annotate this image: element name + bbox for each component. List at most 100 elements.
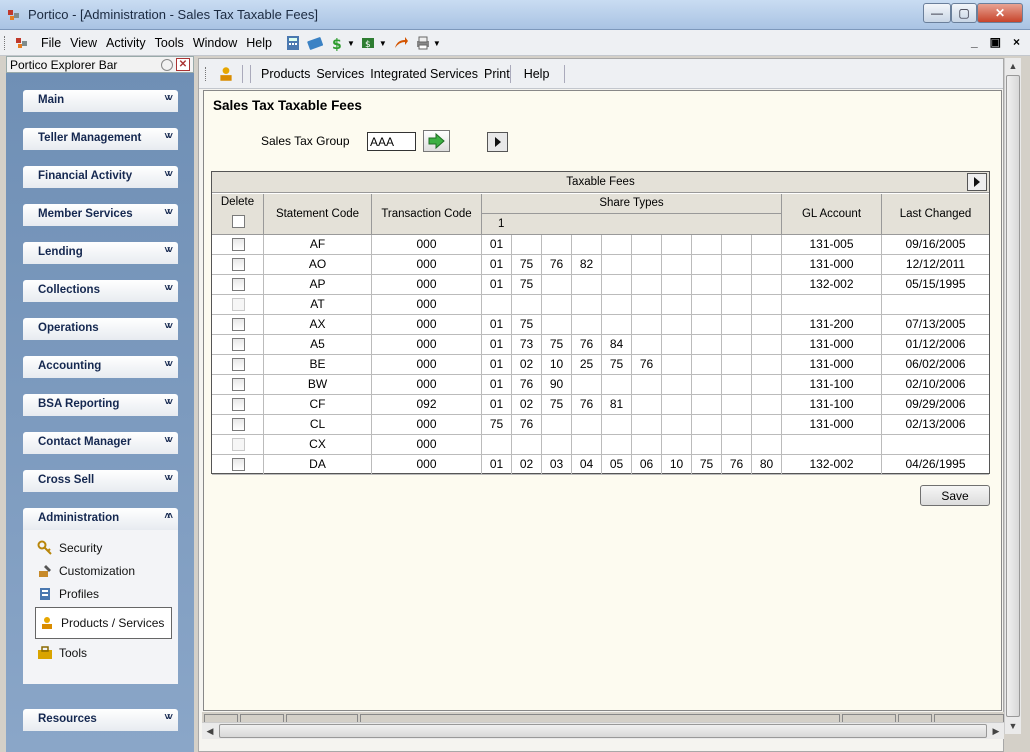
share-type-cell[interactable] — [722, 395, 752, 415]
delete-checkbox[interactable] — [232, 338, 245, 351]
mdi-close-button[interactable]: × — [1013, 35, 1020, 49]
share-type-cell[interactable]: 73 — [512, 335, 542, 355]
share-type-cell[interactable]: 05 — [602, 455, 632, 475]
share-type-cell[interactable] — [662, 335, 692, 355]
share-type-cell[interactable] — [542, 275, 572, 295]
share-type-cell[interactable]: 75 — [482, 415, 512, 435]
minimize-button[interactable]: — — [923, 3, 951, 23]
share-type-cell[interactable] — [602, 235, 632, 255]
admin-item-products-services[interactable]: Products / Services — [35, 607, 172, 639]
delete-cell[interactable] — [212, 275, 264, 295]
last-changed-cell[interactable]: 04/26/1995 — [882, 455, 989, 475]
share-type-cell[interactable]: 75 — [542, 335, 572, 355]
vertical-scroll-thumb[interactable] — [1006, 75, 1020, 717]
last-changed-cell[interactable]: 12/12/2011 — [882, 255, 989, 275]
mdi-restore-button[interactable]: ▣ — [990, 35, 1001, 49]
share-type-cell[interactable] — [572, 275, 602, 295]
share-type-cell[interactable] — [692, 315, 722, 335]
nav-group-administration[interactable]: Administration ˄˄ — [23, 508, 178, 530]
share-type-cell[interactable] — [752, 275, 782, 295]
last-changed-cell[interactable] — [882, 435, 989, 455]
nav-group-teller-management[interactable]: Teller Management ˅˅ — [23, 128, 178, 150]
admin-item-security[interactable]: Security — [37, 538, 102, 558]
last-changed-cell[interactable]: 01/12/2006 — [882, 335, 989, 355]
share-type-cell[interactable] — [602, 255, 632, 275]
nav-group-accounting[interactable]: Accounting ˅˅ — [23, 356, 178, 378]
share-type-cell[interactable] — [572, 435, 602, 455]
share-type-cell[interactable] — [482, 295, 512, 315]
share-type-cell[interactable] — [572, 235, 602, 255]
share-type-cell[interactable]: 76 — [512, 375, 542, 395]
statement-code-cell[interactable]: A5 — [264, 335, 372, 355]
share-type-cell[interactable] — [692, 415, 722, 435]
share-type-cell[interactable] — [632, 415, 662, 435]
table-row[interactable]: AX 000 01 75 131-200 07/13/2005 — [212, 315, 989, 335]
menu-activity[interactable]: Activity — [106, 36, 146, 50]
header-gl-account[interactable]: GL Account — [782, 194, 882, 235]
scroll-left-icon[interactable]: ◀ — [202, 723, 218, 739]
transaction-code-cell[interactable]: 000 — [372, 335, 482, 355]
toolbar-integrated-services[interactable]: Integrated Services — [370, 67, 478, 81]
share-type-cell[interactable]: 01 — [482, 255, 512, 275]
share-type-cell[interactable] — [752, 355, 782, 375]
gl-account-cell[interactable]: 131-200 — [782, 315, 882, 335]
delete-checkbox[interactable] — [232, 278, 245, 291]
share-type-cell[interactable]: 76 — [722, 455, 752, 475]
share-type-cell[interactable] — [692, 255, 722, 275]
table-row[interactable]: A5 000 01 73 75 76 84 131-000 01/12/2006 — [212, 335, 989, 355]
share-type-cell[interactable] — [662, 295, 692, 315]
header-statement-code[interactable]: Statement Code — [264, 194, 372, 235]
toolbar-help[interactable]: Help — [524, 67, 550, 81]
share-type-cell[interactable] — [632, 395, 662, 415]
share-type-cell[interactable] — [662, 315, 692, 335]
share-type-cell[interactable] — [722, 355, 752, 375]
share-type-cell[interactable] — [722, 315, 752, 335]
gl-account-cell[interactable] — [782, 435, 882, 455]
delete-checkbox[interactable] — [232, 318, 245, 331]
transaction-code-cell[interactable]: 000 — [372, 355, 482, 375]
gl-account-cell[interactable]: 131-000 — [782, 355, 882, 375]
share-type-cell[interactable] — [722, 335, 752, 355]
table-row[interactable]: AO 000 01 75 76 82 131-000 12/12/2011 — [212, 255, 989, 275]
share-type-cell[interactable] — [482, 435, 512, 455]
share-type-cell[interactable]: 25 — [572, 355, 602, 375]
delete-cell[interactable] — [212, 295, 264, 315]
transaction-code-cell[interactable]: 000 — [372, 255, 482, 275]
share-type-cell[interactable]: 90 — [542, 375, 572, 395]
share-type-cell[interactable] — [632, 435, 662, 455]
share-type-cell[interactable] — [632, 315, 662, 335]
share-type-cell[interactable] — [572, 295, 602, 315]
share-type-cell[interactable] — [572, 415, 602, 435]
last-changed-cell[interactable]: 06/02/2006 — [882, 355, 989, 375]
share-type-cell[interactable]: 76 — [632, 355, 662, 375]
share-type-cell[interactable] — [752, 235, 782, 255]
share-type-cell[interactable] — [752, 255, 782, 275]
printer-icon[interactable] — [415, 35, 431, 51]
share-type-cell[interactable] — [602, 375, 632, 395]
delete-checkbox[interactable] — [232, 438, 245, 451]
share-type-cell[interactable] — [752, 415, 782, 435]
redo-arrow-icon[interactable] — [393, 35, 409, 51]
share-type-cell[interactable] — [752, 335, 782, 355]
scroll-up-icon[interactable]: ▲ — [1005, 58, 1021, 74]
last-changed-cell[interactable]: 09/29/2006 — [882, 395, 989, 415]
nav-group-collections[interactable]: Collections ˅˅ — [23, 280, 178, 302]
gl-account-cell[interactable]: 131-005 — [782, 235, 882, 255]
share-type-cell[interactable]: 75 — [512, 275, 542, 295]
gl-account-cell[interactable]: 132-002 — [782, 275, 882, 295]
last-changed-cell[interactable]: 07/13/2005 — [882, 315, 989, 335]
delete-checkbox[interactable] — [232, 398, 245, 411]
statement-code-cell[interactable]: BW — [264, 375, 372, 395]
share-type-cell[interactable] — [632, 375, 662, 395]
nav-group-bsa-reporting[interactable]: BSA Reporting ˅˅ — [23, 394, 178, 416]
share-type-cell[interactable] — [602, 415, 632, 435]
table-row[interactable]: CL 000 75 76 131-000 02/13/2006 — [212, 415, 989, 435]
share-type-cell[interactable] — [722, 235, 752, 255]
share-type-cell[interactable] — [752, 435, 782, 455]
toolbar-grip[interactable] — [205, 67, 208, 81]
share-type-cell[interactable]: 75 — [602, 355, 632, 375]
statement-code-cell[interactable]: AP — [264, 275, 372, 295]
calculator-icon[interactable] — [285, 35, 301, 51]
delete-checkbox[interactable] — [232, 238, 245, 251]
share-type-cell[interactable] — [632, 295, 662, 315]
